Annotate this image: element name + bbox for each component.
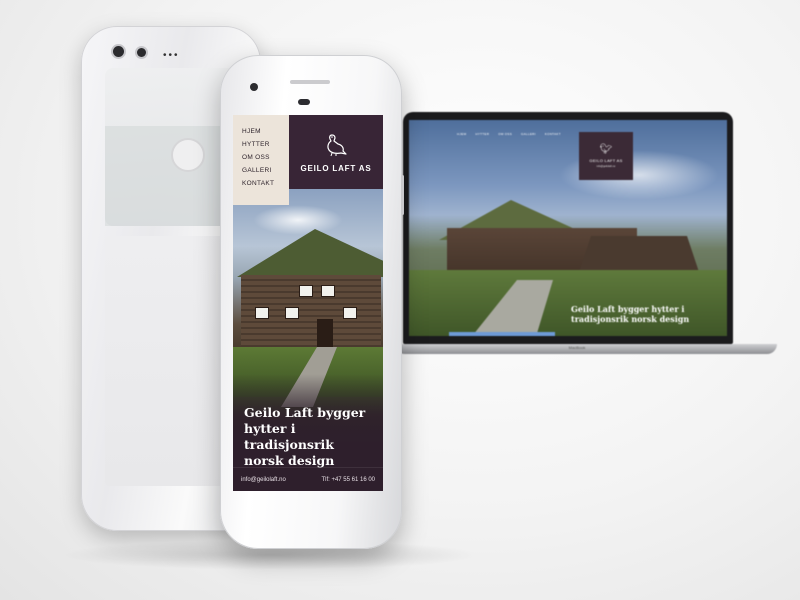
- laptop-accent-bar: [449, 332, 555, 336]
- mic-dots-icon: •••: [163, 50, 180, 61]
- laptop-brand-sub: info@geilolaft.no: [596, 164, 616, 168]
- phone-screen: HJEM HYTTER OM OSS GALLERI KONTAKT GEILO…: [233, 115, 383, 491]
- laptop-mockup: HJEM HYTTER OM OSS GALLERI KONTAKT 🐦︎ GE…: [395, 112, 785, 362]
- laptop-nav-item[interactable]: HJEM: [457, 132, 466, 136]
- nav-item-kontakt[interactable]: KONTAKT: [242, 177, 289, 190]
- hero-roof: [237, 229, 383, 277]
- nav-item-hjem[interactable]: HJEM: [242, 125, 289, 138]
- cabin-window: [255, 307, 269, 319]
- footer-email[interactable]: info@geilolaft.no: [241, 477, 286, 483]
- grouse-bird-icon: [327, 133, 347, 156]
- laptop-headline: Geilo Laft bygger hytter i tradisjonsrik…: [571, 304, 690, 324]
- laptop-screen: HJEM HYTTER OM OSS GALLERI KONTAKT 🐦︎ GE…: [409, 120, 727, 336]
- proximity-sensor: [298, 99, 310, 105]
- front-camera-icon: [250, 83, 258, 91]
- fingerprint-sensor-icon: [171, 138, 205, 172]
- grouse-bird-icon: 🐦︎: [599, 143, 613, 155]
- laptop-nav-item[interactable]: OM OSS: [498, 132, 512, 136]
- nav-item-om-oss[interactable]: OM OSS: [242, 151, 289, 164]
- brand-logo[interactable]: GEILO LAFT AS: [289, 115, 383, 189]
- cabin-window: [321, 285, 335, 297]
- laptop-nav: HJEM HYTTER OM OSS GALLERI KONTAKT: [457, 132, 561, 136]
- flash-icon: [137, 48, 146, 57]
- earpiece-speaker: [290, 80, 330, 84]
- mobile-footer: info@geilolaft.no Tlf: +47 55 61 16 00: [233, 467, 383, 491]
- brand-title: GEILO LAFT AS: [300, 163, 372, 173]
- phone-front-view: HJEM HYTTER OM OSS GALLERI KONTAKT GEILO…: [220, 55, 404, 549]
- laptop-nav-item[interactable]: GALLERI: [521, 132, 536, 136]
- hero-cloud: [253, 205, 343, 235]
- hero-headline: Geilo Laft bygger hytter i tradisjonsrik…: [244, 405, 366, 468]
- cabin-window: [285, 307, 299, 319]
- laptop-lid: HJEM HYTTER OM OSS GALLERI KONTAKT 🐦︎ GE…: [403, 112, 733, 344]
- power-button: [401, 175, 404, 215]
- laptop-nav-item[interactable]: HYTTER: [475, 132, 489, 136]
- nav-item-hytter[interactable]: HYTTER: [242, 138, 289, 151]
- laptop-logo-box[interactable]: 🐦︎ GEILO LAFT AS info@geilolaft.no: [579, 132, 633, 180]
- cabin-window: [299, 285, 313, 297]
- mobile-nav-menu: HJEM HYTTER OM OSS GALLERI KONTAKT: [233, 115, 289, 205]
- laptop-grass: [409, 270, 727, 336]
- laptop-house-side: [579, 236, 699, 272]
- footer-phone[interactable]: Tlf: +47 55 61 16 00: [321, 477, 375, 483]
- rear-camera-icon: [113, 46, 124, 57]
- laptop-nav-item[interactable]: KONTAKT: [545, 132, 561, 136]
- laptop-brand-title: GEILO LAFT AS: [589, 157, 623, 163]
- cabin-window: [343, 307, 357, 319]
- laptop-model-label: MacBook: [568, 345, 586, 350]
- nav-item-galleri[interactable]: GALLERI: [242, 164, 289, 177]
